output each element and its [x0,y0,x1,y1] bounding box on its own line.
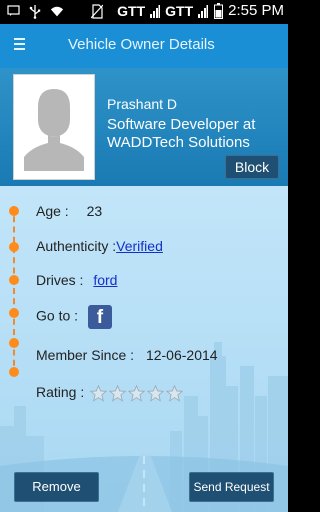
member-since-label: Member Since : [36,347,135,363]
wifi-icon [50,3,64,19]
rating-row: Rating : [36,384,184,402]
timeline-dot [9,367,19,377]
member-since-row: Member Since : 12-06-2014 [36,347,218,363]
rating-label: Rating : [36,384,85,400]
star-icon[interactable] [147,384,165,402]
app-bar: Vehicle Owner Details [0,24,288,68]
no-sim-icon [90,3,104,19]
battery-icon [213,2,223,19]
timeline-line [13,206,15,376]
status-bar-right: GTT GTT 2:55 PM [117,2,284,19]
member-since-value: 12-06-2014 [145,347,218,363]
drives-row: Drives : ford [36,272,117,288]
signal-icon [150,3,161,19]
drives-link[interactable]: ford [93,272,117,288]
usb-icon [28,3,42,19]
owner-company: WADDTech Solutions [107,134,250,151]
age-value: 23 [86,203,103,219]
star-icon[interactable] [128,384,146,402]
person-silhouette-icon [18,79,90,175]
timeline-dot [9,206,19,216]
status-bar-left [6,3,104,19]
goto-row: Go to : f [36,305,112,329]
drives-label: Drives : [36,272,84,288]
star-icon[interactable] [109,384,127,402]
star-icon[interactable] [166,384,184,402]
authenticity-row: Authenticity :Verified [36,238,163,254]
send-request-button[interactable]: Send Request [189,472,274,502]
carrier-1-label: GTT [117,2,146,19]
verified-link[interactable]: Verified [116,238,163,254]
rating-stars[interactable] [90,384,184,402]
timeline-dot [9,275,19,285]
avatar [13,74,95,180]
authenticity-label: Authenticity : [36,238,117,254]
block-button[interactable]: Block [225,155,279,179]
age-row: Age : 23 [36,203,102,219]
timeline-dot [9,242,19,252]
page-title: Vehicle Owner Details [68,36,215,53]
status-bar: GTT GTT 2:55 PM [0,0,288,24]
timeline-dot [9,308,19,318]
owner-name: Prashant D [107,96,178,112]
sms-icon [6,3,20,19]
profile-header: Prashant D Software Developer at WADDTec… [0,68,288,186]
details-panel: Age : 23 Authenticity :Verified Drives :… [0,186,288,512]
timeline-dot [9,338,19,348]
owner-job-title: Software Developer at [107,116,256,133]
carrier-2-label: GTT [165,2,194,19]
signal-icon [198,3,209,19]
star-icon[interactable] [90,384,108,402]
goto-label: Go to : [36,307,79,324]
clock: 2:55 PM [228,2,284,19]
facebook-icon[interactable]: f [87,305,112,329]
age-label: Age : [36,203,69,219]
menu-icon[interactable] [14,38,30,52]
remove-button[interactable]: Remove [14,472,99,502]
